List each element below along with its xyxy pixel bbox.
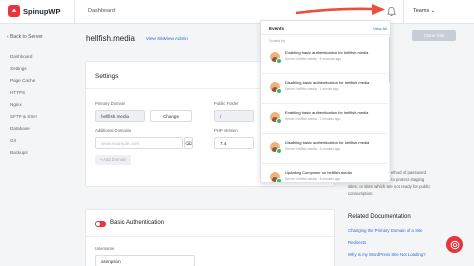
event-meta: Server: hellfish.media · 5 minutes ago <box>285 147 341 151</box>
add-domain-button[interactable]: + Add Domain <box>95 155 131 165</box>
sidebar-item-https[interactable]: HTTPS <box>10 90 25 95</box>
sidebar-item-page-cache[interactable]: Page Cache <box>10 78 35 83</box>
events-filter-label: Sorted by <box>269 39 286 43</box>
primary-domain-field: hellfish.media <box>95 110 145 122</box>
help-button[interactable] <box>446 236 463 253</box>
view-all-link[interactable]: View All <box>373 26 387 31</box>
divider <box>86 236 334 237</box>
event-text: Disabling basic authentication for hellf… <box>285 80 370 85</box>
sidebar-item-database[interactable]: Database <box>10 126 30 131</box>
additional-domains-label: Additional Domains <box>95 128 132 133</box>
event-text: Enabling basic authentication for hellfi… <box>285 110 369 115</box>
related-link[interactable]: Changing the Primary Domain of a Site <box>348 228 423 233</box>
event-meta: Server: hellfish.media · 2 minutes ago <box>285 117 341 121</box>
event-text: Updating Composer on hellfish.media <box>285 170 352 175</box>
check-icon <box>276 178 282 182</box>
nav-dashboard-link[interactable]: Dashboard <box>88 8 115 14</box>
sidebar-item-backups[interactable]: Backups <box>10 150 28 155</box>
view-admin-link[interactable]: View Admin <box>164 36 188 41</box>
divider <box>403 0 404 24</box>
event-meta: Server: hellfish.media · 5 seconds ago <box>285 57 342 61</box>
sidebar-item-git[interactable]: Git <box>10 138 16 143</box>
additional-domain-input[interactable]: www.example.com <box>95 137 183 149</box>
lifebuoy-icon <box>450 240 459 249</box>
basic-auth-title: Basic Authentication <box>110 220 165 226</box>
events-title: Events <box>269 26 285 31</box>
related-link[interactable]: Redirects <box>348 240 366 245</box>
check-icon <box>276 118 282 124</box>
annotation-arrow-icon <box>296 4 385 15</box>
change-domain-button[interactable]: Change <box>150 110 192 122</box>
help-text: consumption. <box>348 191 374 196</box>
event-meta: Server: hellfish.media · 1 minute ago <box>285 87 339 91</box>
clone-site-button[interactable]: Clone Site <box>412 30 456 41</box>
event-item[interactable]: Updating Composer on hellfish.media Serv… <box>261 164 388 182</box>
event-text: Disabling basic authentication for hellf… <box>285 140 370 145</box>
event-item[interactable]: Enabling basic authentication for hellfi… <box>261 104 388 134</box>
event-item[interactable]: Disabling basic authentication for hellf… <box>261 74 388 104</box>
php-version-label: PHP Version <box>214 128 238 133</box>
username-field[interactable]: asimpson <box>95 255 195 266</box>
event-meta: Server: hellfish.media · 8 minutes ago <box>285 177 341 181</box>
logo-text: SpinupWP <box>23 6 61 16</box>
back-to-server-link[interactable]: ‹ Back to Server <box>7 34 43 40</box>
basic-auth-card: Basic Authentication Username asimpson <box>86 210 334 266</box>
sidebar-item-sftp-ssh[interactable]: SFTP & SSH <box>10 114 37 119</box>
public-folder-label: Public Folder <box>214 101 239 106</box>
event-item[interactable]: Enabling basic authentication for hellfi… <box>261 44 388 74</box>
view-site-link[interactable]: View Site <box>146 36 165 41</box>
events-dropdown: Events View All Sorted by Enabling basic… <box>260 20 391 183</box>
settings-title: Settings <box>95 73 119 80</box>
divider <box>74 0 75 24</box>
public-folder-field: / <box>214 110 254 122</box>
events-header: Events View All <box>261 21 390 35</box>
logo[interactable]: SpinupWP <box>8 5 61 17</box>
remove-domain-button[interactable]: ⌫ <box>184 137 193 149</box>
check-icon <box>276 88 282 94</box>
sidebar-item-dashboard[interactable]: Dashboard <box>10 54 32 59</box>
basic-auth-toggle[interactable] <box>95 221 106 227</box>
teams-dropdown[interactable]: Teams ⌄ <box>413 8 435 14</box>
sidebar: ‹ Back to Server Dashboard Settings Page… <box>0 24 72 266</box>
check-icon <box>276 148 282 154</box>
username-label: Username <box>95 246 115 251</box>
related-docs-title: Related Documentation <box>348 214 411 220</box>
scrollbar-thumb[interactable] <box>389 37 390 83</box>
help-text: sites, or sites which are not ready for … <box>348 184 431 189</box>
logo-icon <box>8 5 20 17</box>
bell-icon[interactable] <box>386 6 397 17</box>
sidebar-item-settings[interactable]: Settings <box>10 66 27 71</box>
check-icon <box>276 58 282 64</box>
event-item[interactable]: Disabling basic authentication for hellf… <box>261 134 388 164</box>
sidebar-item-nginx[interactable]: Nginx <box>10 102 22 107</box>
related-link[interactable]: Why is my WordPress Site Not Loading? <box>348 252 426 257</box>
php-version-select[interactable]: 7.4 <box>214 137 254 149</box>
top-bar: SpinupWP Dashboard Teams ⌄ <box>0 0 474 24</box>
primary-domain-label: Primary Domain <box>95 101 126 106</box>
event-text: Enabling basic authentication for hellfi… <box>285 50 369 55</box>
page-title: hellfish.media <box>86 34 135 43</box>
